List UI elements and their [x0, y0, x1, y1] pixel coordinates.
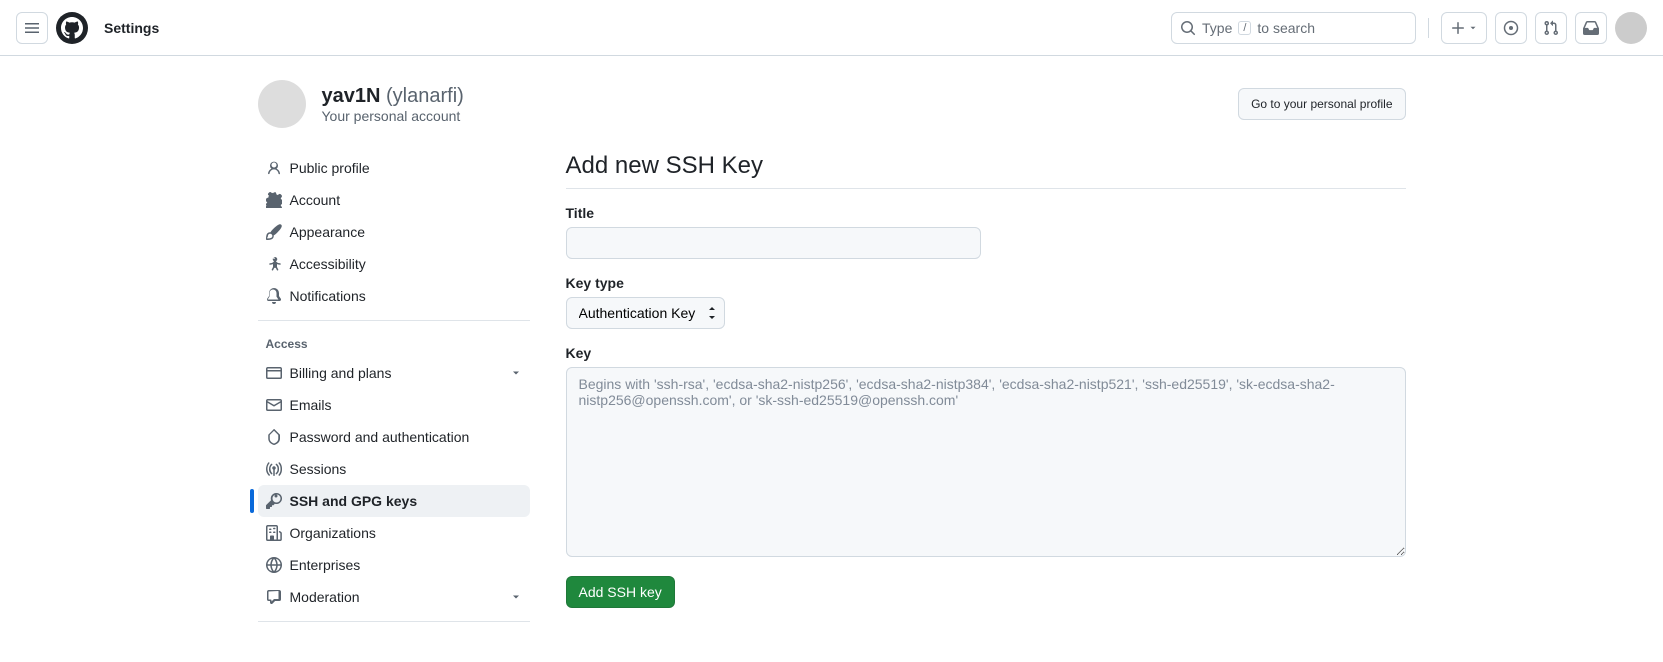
user-avatar[interactable]: [1615, 12, 1647, 44]
git-pull-request-icon: [1543, 20, 1559, 36]
profile-avatar: [258, 80, 306, 128]
sidebar-item-label: Sessions: [290, 461, 347, 477]
main-content: Add new SSH Key Title Key type Authentic…: [566, 152, 1406, 638]
accessibility-icon: [266, 256, 282, 272]
plus-icon: [1450, 20, 1466, 36]
create-new-button[interactable]: [1441, 12, 1487, 44]
search-icon: [1180, 20, 1196, 36]
person-icon: [266, 160, 282, 176]
divider: [258, 320, 530, 321]
sidebar-item-moderation[interactable]: Moderation: [258, 581, 530, 613]
github-logo[interactable]: [56, 12, 88, 44]
search-text-suffix: to search: [1257, 20, 1315, 36]
sidebar-item-password[interactable]: Password and authentication: [258, 421, 530, 453]
pull-requests-button[interactable]: [1535, 12, 1567, 44]
organization-icon: [266, 525, 282, 541]
sidebar-item-account[interactable]: Account: [258, 184, 530, 216]
sidebar-item-label: Account: [290, 192, 341, 208]
key-textarea[interactable]: [566, 367, 1406, 557]
username: (ylanarfi): [386, 85, 464, 107]
notifications-button[interactable]: [1575, 12, 1607, 44]
sidebar-item-label: Notifications: [290, 288, 366, 304]
search-kbd: /: [1238, 21, 1251, 35]
divider: [1428, 18, 1429, 38]
comment-icon: [266, 589, 282, 605]
chevron-down-icon: [510, 591, 522, 603]
divider: [258, 621, 530, 622]
sidebar-item-label: Accessibility: [290, 256, 366, 272]
octocat-icon: [61, 17, 83, 39]
sidebar-item-label: Enterprises: [290, 557, 361, 573]
keytype-label: Key type: [566, 275, 1406, 291]
inbox-icon: [1583, 20, 1599, 36]
broadcast-icon: [266, 461, 282, 477]
topbar: Settings Type / to search: [0, 0, 1663, 56]
sidebar-item-emails[interactable]: Emails: [258, 389, 530, 421]
hamburger-menu[interactable]: [16, 12, 48, 44]
key-icon: [266, 493, 282, 509]
shield-icon: [266, 429, 282, 445]
sidebar-item-organizations[interactable]: Organizations: [258, 517, 530, 549]
sidebar-item-label: Appearance: [290, 224, 366, 240]
search-text-prefix: Type: [1202, 20, 1232, 36]
sidebar-item-label: Password and authentication: [290, 429, 470, 445]
brush-icon: [266, 224, 282, 240]
mail-icon: [266, 397, 282, 413]
sidebar-item-notifications[interactable]: Notifications: [258, 280, 530, 312]
sidebar-item-label: Public profile: [290, 160, 370, 176]
hamburger-icon: [24, 20, 40, 36]
sidebar-item-label: Emails: [290, 397, 332, 413]
keytype-select[interactable]: Authentication Key: [566, 297, 725, 329]
profile-header: yav1N (ylanarfi) Your personal account G…: [258, 80, 1406, 128]
bell-icon: [266, 288, 282, 304]
sidebar-item-enterprises[interactable]: Enterprises: [258, 549, 530, 581]
sidebar-item-label: Billing and plans: [290, 365, 392, 381]
issue-icon: [1503, 20, 1519, 36]
sidebar-item-label: SSH and GPG keys: [290, 493, 418, 509]
credit-card-icon: [266, 365, 282, 381]
key-label: Key: [566, 345, 1406, 361]
search-box[interactable]: Type / to search: [1171, 12, 1416, 44]
display-name: yav1N: [322, 85, 381, 107]
sidebar-item-sessions[interactable]: Sessions: [258, 453, 530, 485]
go-to-profile-button[interactable]: Go to your personal profile: [1238, 88, 1405, 120]
sidebar-item-ssh-gpg-keys[interactable]: SSH and GPG keys: [258, 485, 530, 517]
sidebar-item-public-profile[interactable]: Public profile: [258, 152, 530, 184]
caret-down-icon: [1468, 23, 1478, 33]
sidebar-item-accessibility[interactable]: Accessibility: [258, 248, 530, 280]
nav-section-header-access: Access: [258, 337, 530, 351]
sidebar-item-label: Moderation: [290, 589, 360, 605]
page-title: Add new SSH Key: [566, 152, 1406, 189]
sidebar-item-billing[interactable]: Billing and plans: [258, 357, 530, 389]
title-input[interactable]: [566, 227, 981, 259]
globe-icon: [266, 557, 282, 573]
settings-link[interactable]: Settings: [104, 20, 159, 36]
add-ssh-key-button[interactable]: Add SSH key: [566, 576, 675, 608]
profile-subtitle: Your personal account: [322, 108, 464, 124]
title-label: Title: [566, 205, 1406, 221]
settings-sidebar: Public profile Account Appearance Access…: [258, 152, 530, 638]
gear-icon: [266, 192, 282, 208]
sidebar-item-appearance[interactable]: Appearance: [258, 216, 530, 248]
issues-button[interactable]: [1495, 12, 1527, 44]
sidebar-item-label: Organizations: [290, 525, 376, 541]
chevron-down-icon: [510, 367, 522, 379]
